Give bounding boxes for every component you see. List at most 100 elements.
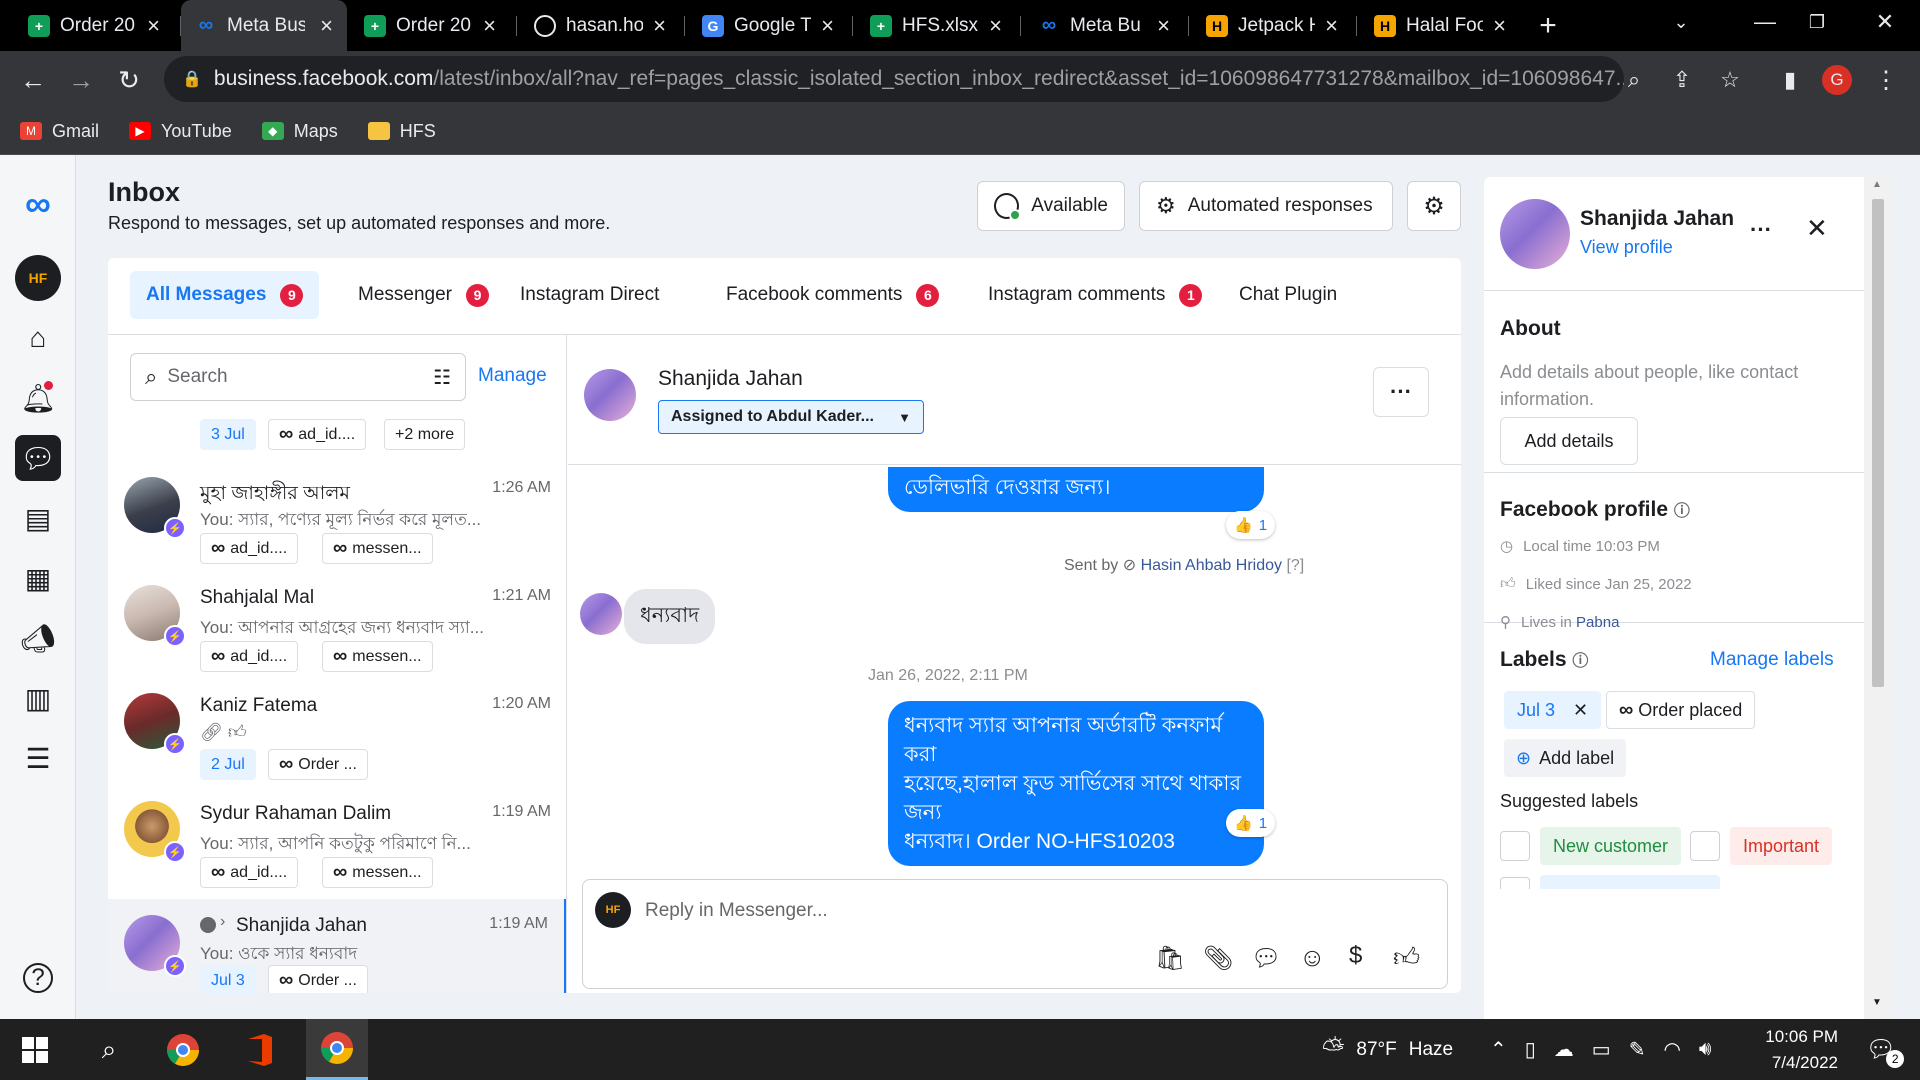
label-chip[interactable]: ∞ ad_id.... [268, 419, 367, 450]
close-icon[interactable]: × [1157, 13, 1170, 39]
add-details-button[interactable]: Add details [1500, 417, 1638, 465]
reaction-badge[interactable]: 👍 1 [1226, 809, 1276, 837]
share-icon[interactable]: ⇪ [1666, 64, 1698, 96]
contact-name[interactable]: Shanjida Jahan [658, 367, 803, 391]
close-icon[interactable]: × [147, 13, 160, 39]
tab-search-icon[interactable]: ⌄ [1652, 0, 1710, 44]
chevron-up-icon[interactable]: ⌃ [1490, 1037, 1507, 1062]
chrome-profile-icon[interactable] [306, 1019, 368, 1080]
conversation-item[interactable]: ⚡ Kaniz Fatema 🔗︎ 👍︎ 1:20 AM 2 Jul ∞ Orde… [108, 683, 566, 791]
tab-chat-plugin[interactable]: Chat Plugin [1223, 271, 1353, 319]
meta-logo-icon[interactable]: ∞ [15, 181, 61, 227]
label-chip[interactable]: ∞ messen... [322, 641, 433, 672]
bookmark-youtube[interactable]: ▶ YouTube [129, 121, 232, 142]
scrollbar[interactable]: ▲ ▼ [1864, 177, 1892, 1019]
windows-start-icon[interactable] [4, 1019, 66, 1080]
assignee-dropdown[interactable]: Assigned to Abdul Kader... ▼ [658, 400, 924, 434]
tab-instagram-direct[interactable]: Instagram Direct [504, 271, 675, 319]
wifi-icon[interactable]: ◠ [1663, 1037, 1680, 1062]
like-icon[interactable]: 👍︎ [1393, 942, 1420, 973]
conversation-item[interactable]: ⚡ Shahjalal Mal You: আপনার আগ্রহের জন্য … [108, 575, 566, 683]
posts-icon[interactable]: ▤ [15, 495, 61, 541]
date-label-chip[interactable]: 2 Jul [200, 749, 256, 780]
weather-widget[interactable]: ⛅︎ 87°F Haze [1322, 1019, 1453, 1080]
help-icon[interactable]: ? [23, 963, 53, 993]
window-close-icon[interactable]: ✕ [1856, 0, 1914, 44]
search-icon[interactable]: ⌕ [78, 1019, 140, 1080]
side-panel-icon[interactable]: ▮ [1774, 64, 1806, 96]
attachment-icon[interactable]: 📎︎ [1203, 944, 1233, 973]
filter-sliders-icon[interactable]: ☷ [433, 365, 451, 390]
info-icon[interactable]: ⓘ [1674, 503, 1690, 520]
address-bar[interactable]: 🔒 business.facebook.com/latest/inbox/all… [164, 56, 1624, 102]
zoom-icon[interactable]: ⌕ [1618, 64, 1650, 96]
manage-link[interactable]: Manage [478, 365, 547, 387]
label-chip[interactable]: ∞ ad_id.... [200, 641, 299, 672]
bookmark-star-icon[interactable]: ☆ [1714, 64, 1746, 96]
label-chip[interactable]: ∞ messen... [322, 533, 433, 564]
device-icon[interactable]: ▯ [1525, 1037, 1536, 1062]
conversation-item[interactable]: ⚡ Sydur Rahaman Dalim You: স্যার, আপনি ক… [108, 791, 566, 899]
help-link[interactable]: [?] [1286, 557, 1304, 574]
saved-replies-icon[interactable]: 💬︎ [1251, 944, 1281, 973]
tab-halal-food[interactable]: H Halal Foo × [1360, 0, 1520, 51]
suggested-checkbox[interactable] [1500, 877, 1530, 889]
tab-messenger[interactable]: Messenger 9 [342, 271, 505, 319]
profile-avatar[interactable]: G [1822, 65, 1852, 95]
label-chip[interactable]: ∞ Order ... [268, 749, 368, 780]
tab-meta-business-2[interactable]: ∞ Meta Bu × [1024, 0, 1184, 51]
view-profile-link[interactable]: View profile [1580, 237, 1673, 258]
minimize-icon[interactable]: — [1736, 0, 1794, 44]
payment-icon[interactable]: $ [1349, 942, 1362, 970]
notifications-icon[interactable]: 🔔︎ [15, 375, 61, 421]
suggested-label-chip[interactable] [1540, 875, 1720, 889]
page-avatar-icon[interactable]: HF [15, 255, 61, 301]
suggested-checkbox[interactable] [1500, 831, 1530, 861]
chrome-icon[interactable] [152, 1019, 214, 1080]
suggested-label-chip[interactable]: Important [1730, 827, 1833, 865]
label-chip[interactable]: ∞ ad_id.... [200, 533, 299, 564]
remove-icon[interactable]: ✕ [1573, 700, 1588, 721]
tab-meta-business[interactable]: ∞ Meta Bus × [181, 0, 347, 51]
scrollbar-thumb[interactable] [1872, 199, 1884, 687]
bookmark-gmail[interactable]: M Gmail [20, 121, 99, 142]
more-options-button[interactable]: ··· [1373, 367, 1429, 417]
settings-gear-icon[interactable]: ⚙ [1407, 181, 1461, 231]
tab-order-20-a[interactable]: + Order 20 × [14, 0, 174, 51]
close-icon[interactable]: × [653, 13, 666, 39]
close-icon[interactable]: × [483, 13, 496, 39]
tab-google-translate[interactable]: G Google T × [688, 0, 848, 51]
shop-bag-icon[interactable]: 🛍︎ [1155, 944, 1185, 973]
volume-icon[interactable]: 🔊︎ [1699, 1038, 1712, 1061]
insights-icon[interactable]: ▥ [15, 675, 61, 721]
search-input[interactable]: ⌕ Search ☷ [130, 353, 466, 401]
date-label-chip[interactable]: Jul 3 [200, 965, 256, 993]
date-label-chip[interactable]: 3 Jul [200, 419, 256, 450]
all-tools-icon[interactable]: ☰ [15, 735, 61, 781]
bookmark-maps[interactable]: ◆ Maps [261, 121, 338, 142]
close-icon[interactable]: × [1325, 13, 1338, 39]
restore-icon[interactable]: ❐ [1788, 0, 1846, 44]
pen-icon[interactable]: ✎ [1629, 1037, 1646, 1062]
close-icon[interactable]: × [821, 13, 834, 39]
battery-icon[interactable]: ▭ [1592, 1037, 1611, 1062]
suggested-checkbox[interactable] [1690, 831, 1720, 861]
info-icon[interactable]: ⓘ [1572, 653, 1588, 670]
conversation-item[interactable]: ⚡ মুহা জাহাঙ্গীর আলম You: স্যার, পণ্যের … [108, 467, 566, 575]
applied-label-chip[interactable]: Jul 3 ✕ [1504, 691, 1602, 729]
suggested-label-chip[interactable]: New customer [1540, 827, 1682, 865]
clock[interactable]: 10:06 PM 7/4/2022 [1752, 1019, 1838, 1080]
tab-jetpack[interactable]: H Jetpack H × [1192, 0, 1352, 51]
reload-icon[interactable]: ↻ [110, 61, 148, 99]
tab-facebook-comments[interactable]: Facebook comments 6 [710, 271, 955, 319]
forward-icon[interactable]: → [62, 61, 100, 99]
sender-link[interactable]: Hasin Ahbab Hridoy [1141, 557, 1282, 574]
bookmark-hfs[interactable]: HFS [367, 121, 436, 142]
emoji-icon[interactable]: ☺ [1299, 942, 1326, 973]
notification-center-icon[interactable]: 💬︎ 2 [1856, 1019, 1906, 1080]
ads-icon[interactable]: 📣︎ [15, 615, 61, 661]
conversation-item[interactable]: ⚡ › Shanjida Jahan You: ওকে স্যার ধন্যবা… [108, 899, 566, 993]
tab-hfs-xlsx[interactable]: + HFS.xlsx × [856, 0, 1016, 51]
back-icon[interactable]: ← [14, 61, 52, 99]
inbox-icon[interactable]: 💬︎ [15, 435, 61, 481]
